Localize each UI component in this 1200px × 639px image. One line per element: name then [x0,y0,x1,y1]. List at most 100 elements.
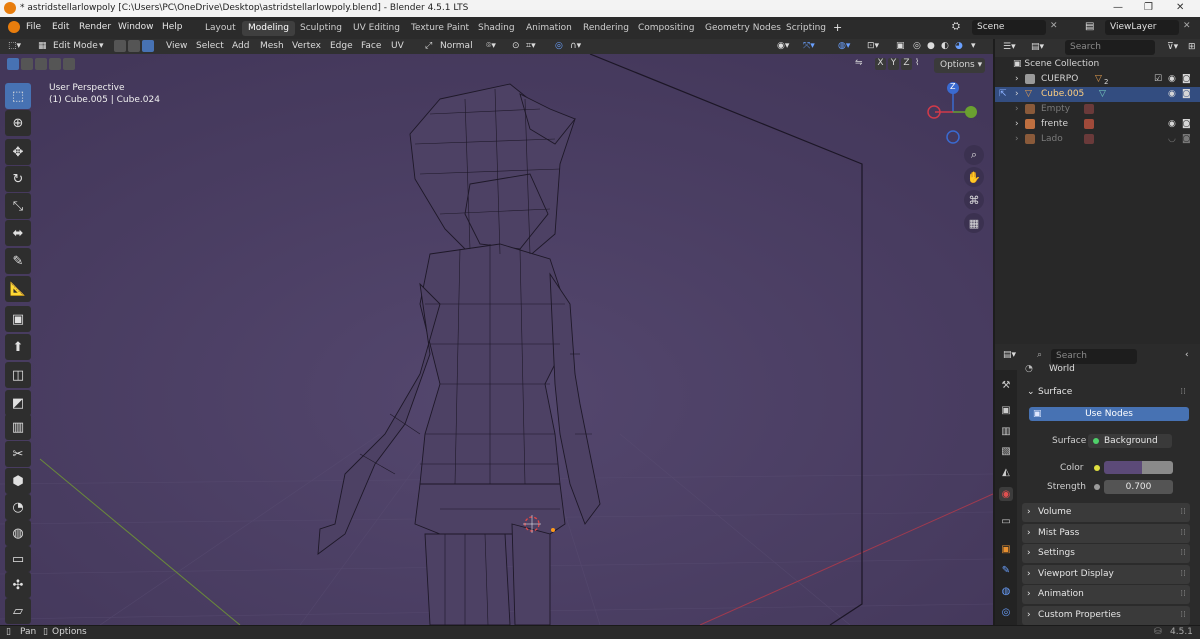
menu-uv[interactable]: UV [391,40,404,53]
snap-icon[interactable]: ⊙ [512,40,520,53]
tool-inset[interactable]: ◫ [5,362,31,388]
select-intersect-button[interactable] [63,58,75,70]
mode-chevron-icon[interactable]: ▾ [99,40,104,53]
outliner-editor-icon[interactable]: ☰▾ [1003,41,1016,54]
surface-panel-header[interactable]: ⌄ Surface ⁞⁞ [1022,383,1190,402]
menu-add[interactable]: Add [232,40,249,53]
color-socket-icon[interactable] [1094,465,1100,471]
tool-rotate[interactable]: ↻ [5,166,31,192]
tool-smooth[interactable]: ◍ [5,520,31,546]
proportional-falloff-icon[interactable]: ∩▾ [570,40,581,53]
face-select-mode-button[interactable] [142,40,154,52]
physics-tab-icon[interactable]: ◍ [999,584,1013,598]
tool-tab-icon[interactable]: ⚒ [999,378,1013,392]
expand-icon[interactable]: › [1015,87,1019,102]
workspace-tab-uv-editing[interactable]: UV Editing [347,21,406,36]
shading-wireframe-icon[interactable]: ◎ [913,40,921,53]
panel-mist-pass[interactable]: › Mist Pass ⁞⁞ [1022,523,1190,543]
drag-handle-icon[interactable]: ⁞⁞ [1180,544,1186,563]
world-color-swatch[interactable] [1104,461,1173,474]
camera-icon[interactable]: ◙ [1182,87,1191,102]
orientation-selector[interactable]: Normal [440,40,473,53]
collection-tab-icon[interactable]: ▭ [999,514,1013,528]
output-tab-icon[interactable]: ▥ [999,424,1013,438]
drag-handle-icon[interactable]: ⁞⁞ [1180,565,1186,584]
tool-cursor[interactable]: ⊕ [5,110,31,136]
tool-transform[interactable]: ⬌ [5,220,31,246]
constraints-tab-icon[interactable]: ◎ [999,605,1013,619]
shading-rendered-icon[interactable]: ◕ [955,40,963,53]
display-mode-icon[interactable]: ▤▾ [1031,41,1044,54]
tool-select-box[interactable]: ⬚ [5,83,31,109]
tool-edge-slide[interactable]: ▭ [5,546,31,572]
workspace-tab-layout[interactable]: Layout [199,21,242,36]
select-new-button[interactable] [7,58,19,70]
workspace-tab-geometry-nodes[interactable]: Geometry Nodes [699,21,787,36]
tool-annotate[interactable]: ✎ [5,248,31,274]
editor-type-icon[interactable]: ⬚▾ [8,40,21,53]
eye-icon[interactable]: ◉ [1168,87,1176,102]
eye-closed-icon[interactable]: ◡ [1168,132,1176,147]
drag-handle-icon[interactable]: ⁞⁞ [1180,524,1186,543]
camera-view-icon[interactable]: ⌘ [964,190,984,210]
pan-hand-icon[interactable]: ✋ [964,167,984,187]
world-tab-icon[interactable]: ◉ [999,487,1013,501]
pin-icon[interactable]: ⌕ [1037,349,1042,362]
new-collection-icon[interactable]: ⊞ [1188,41,1196,54]
select-subtract-button[interactable] [35,58,47,70]
mirror-z-toggle[interactable]: Z [901,58,912,70]
properties-search-input[interactable]: Search [1051,349,1137,364]
strength-socket-icon[interactable] [1094,484,1100,490]
tool-scale[interactable]: ⤡ [5,193,31,219]
tool-poly-build[interactable]: ⬢ [5,468,31,494]
minimize-button[interactable]: — [1113,2,1123,13]
drag-handle-icon[interactable]: ⁞⁞ [1180,585,1186,604]
menu-face[interactable]: Face [361,40,381,53]
camera-icon[interactable]: ◙ [1182,72,1191,87]
tool-add-cube[interactable]: ▣ [5,306,31,332]
view-layer-selector[interactable]: ViewLayer [1105,20,1179,35]
tool-measure[interactable]: 📐 [5,276,31,302]
camera-icon[interactable]: ◙ [1182,117,1191,132]
workspace-tab-scripting[interactable]: Scripting [780,21,832,36]
panel-volume[interactable]: › Volume ⁞⁞ [1022,503,1190,522]
tool-knife[interactable]: ✂ [5,441,31,467]
drag-handle-icon[interactable]: ⁞⁞ [1180,383,1186,402]
gizmo-toggle-icon[interactable]: ⤧▾ [803,40,815,53]
viewport-options-button[interactable]: Options ▾ [934,58,985,73]
3d-viewport[interactable]: User Perspective (1) Cube.005 | Cube.024… [0,54,993,625]
object-tab-icon[interactable]: ▣ [999,542,1013,556]
tool-bevel[interactable]: ◩ [5,390,31,416]
view-layer-close-icon[interactable]: ✕ [1183,21,1191,31]
expand-icon[interactable]: › [1015,117,1019,132]
close-button[interactable]: ✕ [1176,2,1184,13]
snap-target-icon[interactable]: ⌗▾ [526,40,536,53]
outliner-row-empty[interactable]: › Empty [995,102,1200,117]
render-tab-icon[interactable]: ▣ [999,403,1013,417]
panel-animation[interactable]: › Animation ⁞⁞ [1022,585,1190,604]
workspace-tab-rendering[interactable]: Rendering [577,21,635,36]
tool-move[interactable]: ✥ [5,139,31,165]
mode-selector[interactable]: Edit Mode [53,40,98,53]
surface-shader-selector[interactable]: Background [1088,434,1172,448]
mirror-y-toggle[interactable]: Y [888,58,899,70]
tool-loop-cut[interactable]: ▥ [5,414,31,440]
zoom-icon[interactable]: ⌕ [964,145,984,165]
workspace-tab-modeling[interactable]: Modeling [242,21,295,36]
view-layer-tab-icon[interactable]: ▧ [999,444,1013,458]
strength-field[interactable]: 0.700 [1104,480,1173,494]
mirror-options-icon[interactable]: ⌇ [915,58,919,68]
outliner-row-lado[interactable]: › Lado ◡ ◙ [995,132,1200,147]
camera-icon[interactable]: ◙ [1182,132,1191,147]
blender-menu-icon[interactable] [8,21,20,33]
panel-settings[interactable]: › Settings ⁞⁞ [1022,544,1190,563]
workspace-tab-animation[interactable]: Animation [520,21,578,36]
menu-edge[interactable]: Edge [330,40,353,53]
vertex-select-mode-button[interactable] [114,40,126,52]
menu-vertex[interactable]: Vertex [292,40,321,53]
tool-extrude[interactable]: ⬆ [5,334,31,360]
menu-edit[interactable]: Edit [52,22,69,32]
expand-icon[interactable]: › [1015,132,1019,147]
perspective-grid-icon[interactable]: ▦ [964,213,984,233]
workspace-tab-compositing[interactable]: Compositing [632,21,700,36]
